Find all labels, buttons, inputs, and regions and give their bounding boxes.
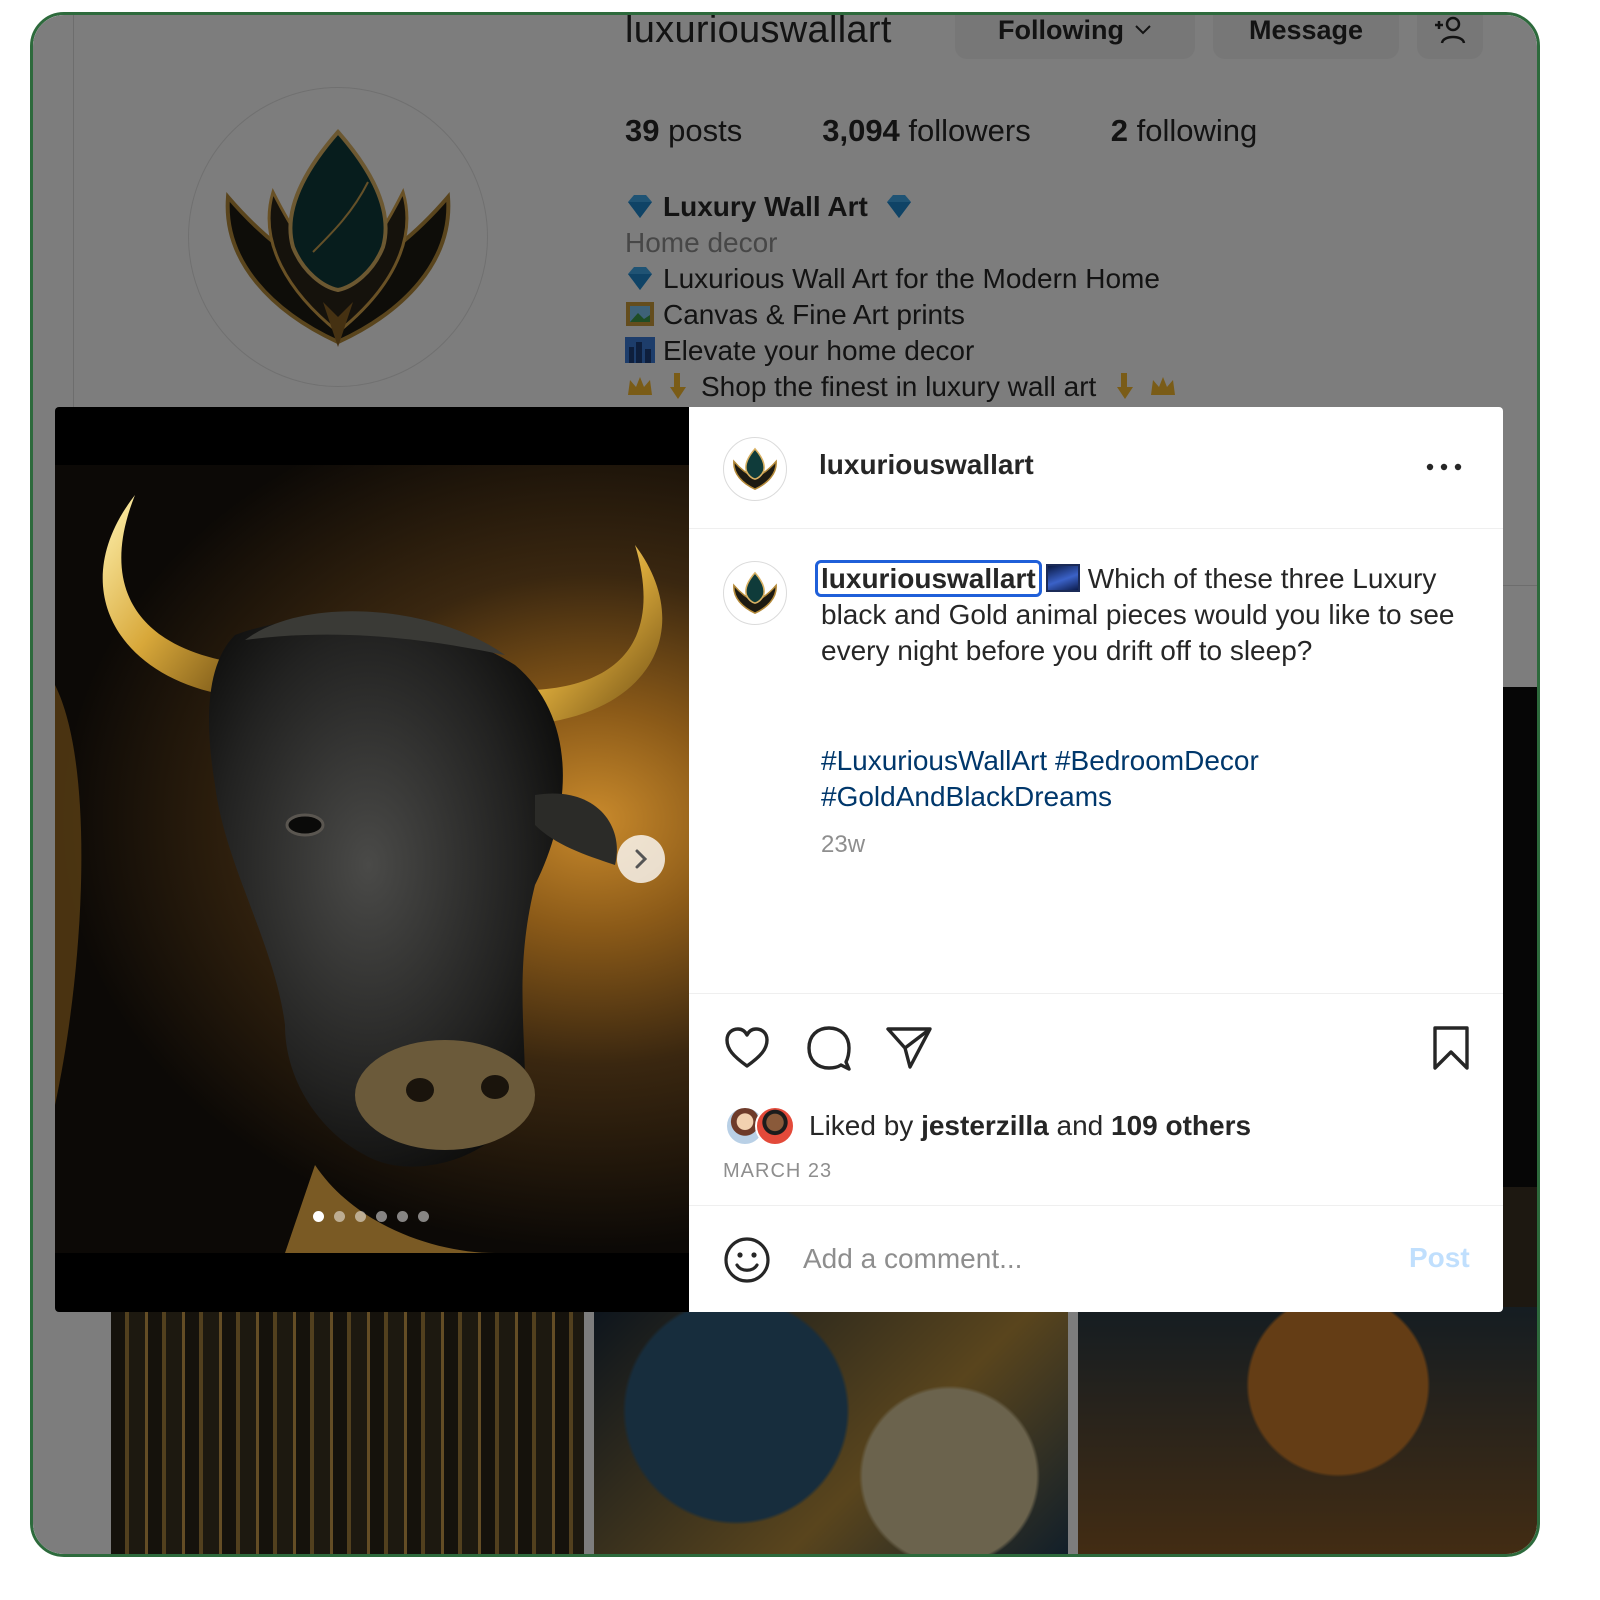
chevron-right-icon	[635, 849, 648, 869]
post-comment-button[interactable]: Post	[1409, 1242, 1470, 1274]
comment-input[interactable]	[803, 1234, 1383, 1284]
likes-summary: Liked by jesterzilla and 109 others	[725, 1106, 1251, 1146]
carousel-next-button[interactable]	[617, 835, 665, 883]
comment-composer: Post	[689, 1205, 1503, 1312]
post-date: MARCH 23	[723, 1160, 833, 1182]
caption-username-link[interactable]: luxuriouswallart	[815, 560, 1042, 597]
author-username[interactable]: luxuriouswallart	[819, 449, 1034, 481]
brand-logo	[733, 571, 777, 615]
liked-by-and: and	[1056, 1110, 1104, 1141]
paper-plane-icon[interactable]	[885, 1024, 933, 1072]
carousel-dot[interactable]	[313, 1211, 324, 1222]
carousel-dot[interactable]	[376, 1211, 387, 1222]
screenshot-frame: luxuriouswallart Following Message 39 po…	[30, 12, 1540, 1557]
author-avatar[interactable]	[723, 437, 787, 501]
liker-avatars[interactable]	[725, 1106, 799, 1146]
post-hashtags: #LuxuriousWallArt #BedroomDecor #GoldAnd…	[821, 743, 1461, 815]
hashtag-link[interactable]: #GoldAndBlackDreams	[821, 779, 1461, 815]
post-header: luxuriouswallart	[689, 407, 1503, 529]
avatar	[755, 1106, 795, 1146]
brand-logo	[733, 447, 777, 491]
more-horizontal-icon	[1426, 463, 1462, 471]
liked-by-prefix: Liked by	[809, 1110, 914, 1141]
carousel-dots	[313, 1211, 429, 1222]
milky-way-icon	[1045, 564, 1080, 592]
post-image-bull[interactable]	[55, 465, 689, 1253]
liked-by-user-link[interactable]: jesterzilla	[921, 1110, 1049, 1142]
caption-avatar[interactable]	[723, 561, 787, 625]
bull-artwork	[55, 495, 663, 1253]
post-actions: Liked by jesterzilla and 109 others MARC…	[689, 993, 1503, 1205]
heart-icon[interactable]	[723, 1024, 771, 1072]
bookmark-icon[interactable]	[1427, 1024, 1475, 1072]
carousel-dot[interactable]	[397, 1211, 408, 1222]
more-options-button[interactable]	[1419, 452, 1469, 482]
post-age[interactable]: 23w	[821, 831, 865, 859]
carousel-dot[interactable]	[418, 1211, 429, 1222]
carousel-dot[interactable]	[355, 1211, 366, 1222]
carousel-dot[interactable]	[334, 1211, 345, 1222]
post-panel: luxuriouswallart luxuriouswallart Which o…	[689, 407, 1503, 1312]
comment-bubble-icon[interactable]	[805, 1024, 853, 1072]
post-media	[55, 407, 689, 1312]
post-caption: luxuriouswallart Which of these three Lux…	[815, 560, 1461, 669]
hashtag-link[interactable]: #LuxuriousWallArt #BedroomDecor	[821, 743, 1461, 779]
smiley-icon[interactable]	[723, 1236, 771, 1284]
liked-by-others-link[interactable]: 109 others	[1111, 1110, 1251, 1142]
